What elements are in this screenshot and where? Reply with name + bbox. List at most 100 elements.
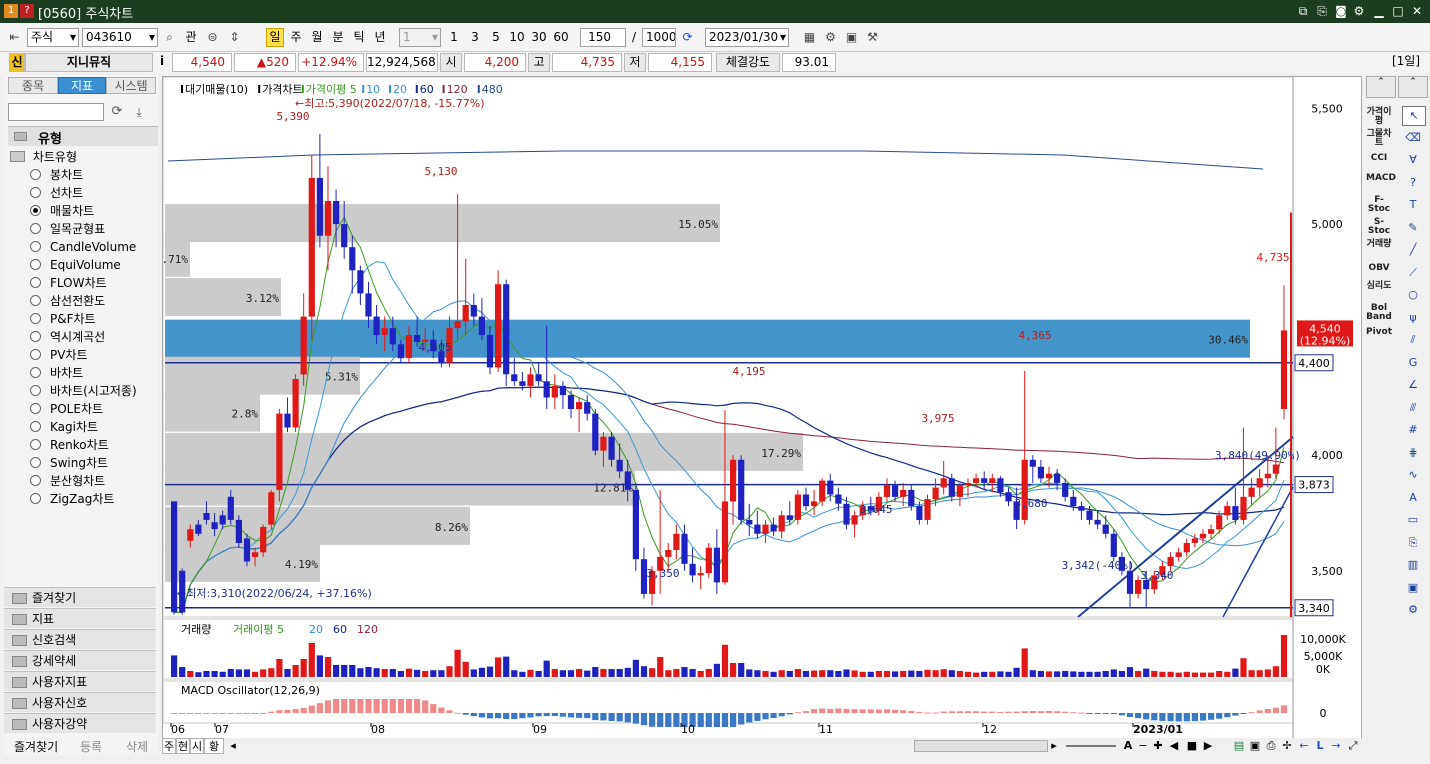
watch-button[interactable]: 관 xyxy=(182,28,200,47)
pen-icon[interactable]: ✎ xyxy=(1402,219,1424,237)
minimize-icon[interactable]: ▁ xyxy=(1370,2,1388,20)
circle-icon[interactable]: ○ xyxy=(1402,286,1424,304)
link-icon[interactable]: ⎘ xyxy=(1313,2,1331,20)
chart-icon[interactable]: ▥ xyxy=(1402,556,1424,574)
image-icon[interactable]: ▣ xyxy=(1248,738,1262,754)
indicator-button[interactable]: MACD xyxy=(1366,174,1396,194)
copy-icon[interactable]: ⎘ xyxy=(1402,534,1424,552)
interval-3[interactable]: 3 xyxy=(466,28,484,47)
section-header[interactable]: 유형 xyxy=(8,126,158,147)
help-badge-icon[interactable]: ? xyxy=(20,4,34,18)
info-icon[interactable]: i xyxy=(156,53,168,72)
accordion-item[interactable]: 사용자지표 xyxy=(4,671,156,691)
chart-type-option[interactable]: POLE차트 xyxy=(30,400,150,418)
font-icon[interactable]: A xyxy=(1122,738,1134,754)
period-minute[interactable]: 분 xyxy=(329,28,347,47)
gann-icon[interactable]: G xyxy=(1402,354,1424,372)
accordion-item[interactable]: 강세약세 xyxy=(4,650,156,670)
accordion-item[interactable]: 사용자강약 xyxy=(4,713,156,733)
scroll-up-icon[interactable]: ⌃ xyxy=(1366,76,1396,98)
chart-type-option[interactable]: Renko차트 xyxy=(30,436,150,454)
rewind-icon[interactable]: ◀ xyxy=(1168,738,1180,754)
scroll-up-icon[interactable]: ⌃ xyxy=(1398,76,1428,98)
all-icon[interactable]: ∀ xyxy=(1402,151,1424,169)
sync-icon[interactable]: ⊜ xyxy=(204,29,221,46)
chart-type-option[interactable]: ZigZag차트 xyxy=(30,490,150,508)
chart-type-option[interactable]: 삼선전환도 xyxy=(30,292,150,310)
price-chart[interactable]: 15.05%0.71%3.12%30.46%5.31%2.8%17.29%12.… xyxy=(163,77,1361,739)
chart-type-group[interactable]: 차트유형 xyxy=(10,148,150,166)
market-select[interactable]: 주식 ▾ xyxy=(27,28,79,47)
chart-type-option[interactable]: 바차트(시고저종) xyxy=(30,382,150,400)
camera-icon[interactable]: ◙ xyxy=(1332,2,1350,20)
accordion-item[interactable]: 사용자신호 xyxy=(4,692,156,712)
indicator-button[interactable]: CCI xyxy=(1366,154,1392,174)
tab-main[interactable]: 주 xyxy=(162,738,176,754)
accordion-item[interactable]: 지표 xyxy=(4,608,156,628)
period-month[interactable]: 월 xyxy=(308,28,326,47)
tab-stocks[interactable]: 종목 xyxy=(8,77,58,94)
delete-button[interactable]: 삭제 xyxy=(126,738,148,755)
interval-1[interactable]: 1 xyxy=(445,28,463,47)
eraser-icon[interactable]: ⌫ xyxy=(1402,129,1424,147)
chart-type-option[interactable]: 매물차트 xyxy=(30,202,150,220)
zoom-slider[interactable] xyxy=(1066,745,1116,747)
stop-icon[interactable]: ■ xyxy=(1186,738,1198,754)
scroll-left-icon[interactable]: ◂ xyxy=(226,738,240,754)
chart-type-option[interactable]: CandleVolume xyxy=(30,238,150,256)
indicator-button[interactable]: 거래량 xyxy=(1366,240,1392,260)
scroll-right-icon[interactable]: ▸ xyxy=(1048,738,1060,754)
parallel-icon[interactable]: ⫻ xyxy=(1402,399,1424,417)
max-count-input[interactable]: 1000 xyxy=(642,28,676,47)
search-icon[interactable]: ⌕ xyxy=(161,29,178,46)
chart-type-option[interactable]: FLOW차트 xyxy=(30,274,150,292)
pin-icon[interactable]: ⧉ xyxy=(1294,2,1312,20)
chart-type-option[interactable]: EquiVolume xyxy=(30,256,150,274)
refresh-icon[interactable]: ⟳ xyxy=(679,29,696,46)
fit-icon[interactable]: ⤢ xyxy=(1346,738,1360,754)
period-year[interactable]: 년 xyxy=(371,28,389,47)
angle-icon[interactable]: ∠ xyxy=(1402,376,1424,394)
accordion-item[interactable]: 즐겨찾기 xyxy=(4,587,156,607)
minus-icon[interactable]: − xyxy=(1137,738,1149,754)
play-icon[interactable]: ▶ xyxy=(1202,738,1214,754)
period-day[interactable]: 일 xyxy=(266,28,284,47)
updown-icon[interactable]: ⇕ xyxy=(226,29,243,46)
stock-code-input[interactable]: 043610 ▾ xyxy=(82,28,158,47)
excel-icon[interactable]: ▤ xyxy=(1232,738,1246,754)
interval-60[interactable]: 60 xyxy=(551,28,571,47)
favorites-button[interactable]: 즐겨찾기 xyxy=(14,738,58,755)
period-tick[interactable]: 틱 xyxy=(350,28,368,47)
tab-market[interactable]: 시 xyxy=(190,738,204,754)
gear-icon[interactable]: ⚙ xyxy=(1350,2,1368,20)
interval-select[interactable]: 1 ▾ xyxy=(399,28,441,47)
fib-icon[interactable]: ψ xyxy=(1402,309,1424,327)
prev-stock-icon[interactable]: ⇤ xyxy=(6,29,23,46)
setting-icon[interactable]: ⚙ xyxy=(1402,601,1424,619)
chart-type-option[interactable]: 선차트 xyxy=(30,184,150,202)
back-arrow-icon[interactable]: ← xyxy=(1298,738,1310,754)
auto-icon[interactable]: A xyxy=(1402,489,1424,507)
print-icon[interactable]: ⎙ xyxy=(1264,738,1278,754)
chart-type-option[interactable]: Swing차트 xyxy=(30,454,150,472)
tab-status[interactable]: 황 xyxy=(204,738,224,754)
indicator-button[interactable]: S-Stoc xyxy=(1366,218,1392,238)
forward-arrow-icon[interactable]: → xyxy=(1330,738,1342,754)
chart-type-option[interactable]: 역시계곡선 xyxy=(30,328,150,346)
register-button[interactable]: 등록 xyxy=(80,738,102,755)
chart-type-option[interactable]: 봉차트 xyxy=(30,166,150,184)
cycle-icon[interactable]: # xyxy=(1402,421,1424,439)
wave-icon[interactable]: ∿ xyxy=(1402,466,1424,484)
save-icon[interactable]: ▣ xyxy=(1402,579,1424,597)
crosshair-icon[interactable]: ✢ xyxy=(1280,738,1294,754)
period-week[interactable]: 주 xyxy=(287,28,305,47)
trendline-icon[interactable]: ⟋ xyxy=(1402,264,1424,282)
chart-area[interactable]: 15.05%0.71%3.12%30.46%5.31%2.8%17.29%12.… xyxy=(162,76,1362,740)
date-select[interactable]: 2023/01/30 ▾ xyxy=(705,28,789,47)
indicator-button[interactable]: Bol Band xyxy=(1366,304,1392,324)
text-icon[interactable]: T xyxy=(1402,196,1424,214)
tab-indicators[interactable]: 지표 xyxy=(58,77,106,94)
close-icon[interactable]: ✕ xyxy=(1408,2,1426,20)
tab-system[interactable]: 시스템 xyxy=(106,77,156,94)
speed-icon[interactable]: ⋕ xyxy=(1402,444,1424,462)
